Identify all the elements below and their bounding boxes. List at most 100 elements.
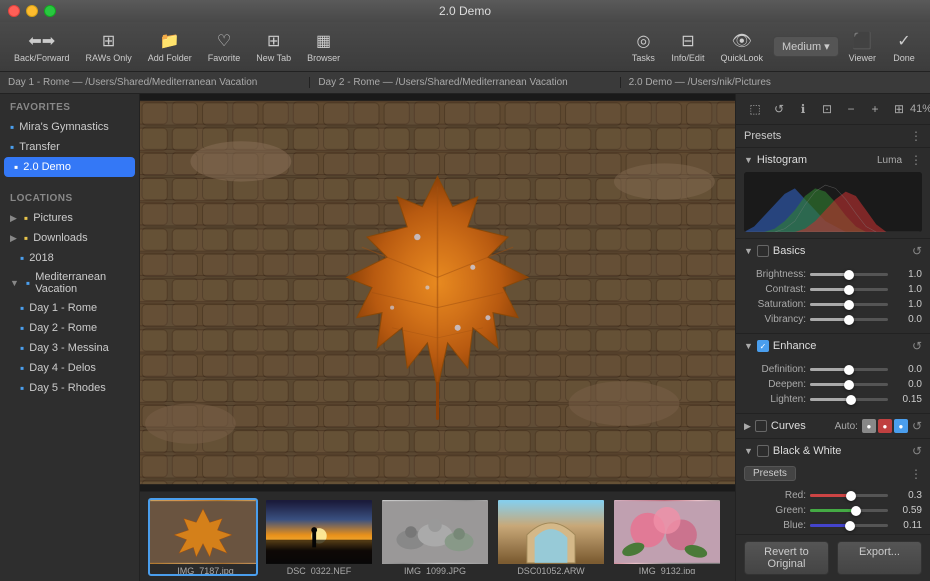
viewer-button[interactable]: ⬛ Viewer (843, 27, 882, 67)
bw-green-slider[interactable] (810, 509, 888, 512)
filmstrip-item-2[interactable]: DSC_0322.NEF (264, 498, 374, 576)
info-icon[interactable]: ℹ (792, 98, 814, 120)
add-folder-icon: 📁 (160, 31, 180, 51)
histogram-options-icon[interactable]: ⋮ (910, 153, 922, 167)
filmstrip-item-4[interactable]: DSC01052.ARW (496, 498, 606, 576)
sidebar-item-downloads[interactable]: ▶ ▪ Downloads (0, 228, 139, 248)
deepen-row: Deepen: 0.0 (744, 377, 922, 392)
thumbnail-size-button[interactable]: Medium ▾ (773, 36, 839, 57)
sidebar-item-demo[interactable]: ▪ 2.0 Demo (4, 157, 135, 177)
image-viewer[interactable] (140, 94, 735, 491)
sidebar-item-day4[interactable]: ▪ Day 4 - Delos (0, 358, 139, 378)
zoom-fit-icon[interactable]: ⊡ (816, 98, 838, 120)
bw-red-slider[interactable] (810, 494, 888, 497)
vibrancy-slider[interactable] (810, 318, 888, 321)
filmstrip-label-2: DSC_0322.NEF (266, 564, 372, 576)
zoom-in-icon[interactable]: + (864, 98, 886, 120)
bw-blue-slider[interactable] (810, 524, 888, 527)
enhance-header[interactable]: ▼ ✓ Enhance ↺ (736, 334, 930, 358)
revert-button[interactable]: Revert to Original (744, 541, 829, 575)
bw-presets-options-icon[interactable]: ⋮ (910, 467, 922, 481)
arrow-icon: ▶ (10, 213, 17, 224)
right-panel: ⬚ ↺ ℹ ⊡ − + ⊞ 41% Presets ⋮ ▼ Histogram (735, 94, 930, 581)
bw-red-value: 0.3 (892, 490, 922, 501)
actual-size-icon[interactable]: ⊞ (888, 98, 910, 120)
deepen-slider[interactable] (810, 383, 888, 386)
curves-reset-icon[interactable]: ↺ (912, 419, 922, 433)
panel-scroll[interactable]: Presets ⋮ ▼ Histogram Luma ⋮ (736, 125, 930, 534)
zoom-out-icon[interactable]: − (840, 98, 862, 120)
bw-checkbox[interactable] (757, 445, 769, 457)
contrast-slider[interactable] (810, 288, 888, 291)
quicklook-button[interactable]: 👁 QuickLook (714, 27, 769, 67)
chevron-down-icon: ▾ (824, 40, 830, 53)
basics-reset-icon[interactable]: ↺ (912, 244, 922, 258)
curves-blue-btn[interactable]: ● (894, 419, 908, 433)
brightness-slider[interactable] (810, 273, 888, 276)
sidebar-item-2018[interactable]: ▪ 2018 (0, 248, 139, 268)
contrast-row: Contrast: 1.0 (744, 282, 922, 297)
sidebar-item-mediterranean[interactable]: ▼ ▪ Mediterranean Vacation (0, 268, 139, 298)
raws-only-button[interactable]: ⊞ RAWs Only (80, 27, 138, 67)
back-forward-icon: ⬅➡ (28, 31, 55, 51)
saturation-label: Saturation: (744, 299, 806, 310)
new-tab-button[interactable]: ⊞ New Tab (250, 27, 297, 67)
sidebar-item-day1[interactable]: ▪ Day 1 - Rome (0, 298, 139, 318)
rotate-icon[interactable]: ↺ (768, 98, 790, 120)
export-button[interactable]: Export... (837, 541, 922, 575)
pathbar-segment-1: Day 1 - Rome — /Users/Shared/Mediterrane… (0, 77, 310, 88)
sidebar-item-label: Day 1 - Rome (29, 302, 97, 314)
basics-header[interactable]: ▼ Basics ↺ (736, 239, 930, 263)
basics-checkbox[interactable] (757, 245, 769, 257)
minimize-button[interactable] (26, 5, 38, 17)
sidebar-item-transfer[interactable]: ▪ Transfer (0, 137, 139, 157)
sidebar-item-day5[interactable]: ▪ Day 5 - Rhodes (0, 378, 139, 398)
curves-checkbox[interactable] (755, 420, 767, 432)
curves-red-btn[interactable]: ● (878, 419, 892, 433)
basics-title: Basics (773, 245, 908, 257)
traffic-lights (8, 5, 56, 17)
presets-options-icon[interactable]: ⋮ (910, 129, 922, 143)
crop-icon[interactable]: ⬚ (744, 98, 766, 120)
folder-icon: ▪ (10, 120, 14, 134)
lighten-label: Lighten: (744, 394, 806, 405)
bw-reset-icon[interactable]: ↺ (912, 444, 922, 458)
add-folder-button[interactable]: 📁 Add Folder (142, 27, 198, 67)
enhance-reset-icon[interactable]: ↺ (912, 339, 922, 353)
filmstrip-item-3[interactable]: IMG_1099.JPG (380, 498, 490, 576)
done-button[interactable]: ✓ Done (886, 27, 922, 67)
browser-button[interactable]: ▦ Browser (301, 27, 346, 67)
presets-top-label: Presets (744, 130, 781, 142)
histogram-toggle-icon: ▼ (744, 155, 753, 165)
contrast-label: Contrast: (744, 284, 806, 295)
tasks-button[interactable]: ◎ Tasks (625, 27, 661, 67)
enhance-checkbox[interactable]: ✓ (757, 340, 769, 352)
favorites-section-title: FAVORITES (0, 94, 139, 117)
black-white-header[interactable]: ▼ Black & White ↺ (736, 439, 930, 463)
filmstrip-item-1[interactable]: _IMG_7187.jpg (148, 498, 258, 576)
sidebar-item-day3[interactable]: ▪ Day 3 - Messina (0, 338, 139, 358)
sidebar-item-label: Day 5 - Rhodes (29, 382, 105, 394)
favorite-button[interactable]: ♡ Favorite (202, 27, 247, 67)
curves-luma-btn[interactable]: ● (862, 419, 876, 433)
lighten-slider[interactable] (810, 398, 888, 401)
bw-blue-label: Blue: (744, 520, 806, 531)
curves-auto-label: Auto: (835, 421, 858, 432)
sidebar-item-gymnastics[interactable]: ▪ Mira's Gymnastics (0, 117, 139, 137)
bottom-bar: Revert to Original Export... (736, 534, 930, 581)
back-forward-button[interactable]: ⬅➡ Back/Forward (8, 27, 76, 67)
curves-header[interactable]: ▶ Curves Auto: ● ● ● ↺ (736, 414, 930, 438)
info-edit-button[interactable]: ⊟ Info/Edit (665, 27, 710, 67)
filmstrip-item-5[interactable]: IMG_9132.jpg (612, 498, 722, 576)
sidebar-item-pictures[interactable]: ▶ ▪ Pictures (0, 208, 139, 228)
histogram-header[interactable]: ▼ Histogram Luma ⋮ (736, 148, 930, 172)
vibrancy-label: Vibrancy: (744, 314, 806, 325)
sidebar-item-day2[interactable]: ▪ Day 2 - Rome (0, 318, 139, 338)
thumb-image-3 (382, 500, 488, 564)
bw-presets-button[interactable]: Presets (744, 466, 796, 481)
fullscreen-button[interactable] (44, 5, 56, 17)
enhance-title: Enhance (773, 340, 908, 352)
close-button[interactable] (8, 5, 20, 17)
saturation-slider[interactable] (810, 303, 888, 306)
definition-slider[interactable] (810, 368, 888, 371)
